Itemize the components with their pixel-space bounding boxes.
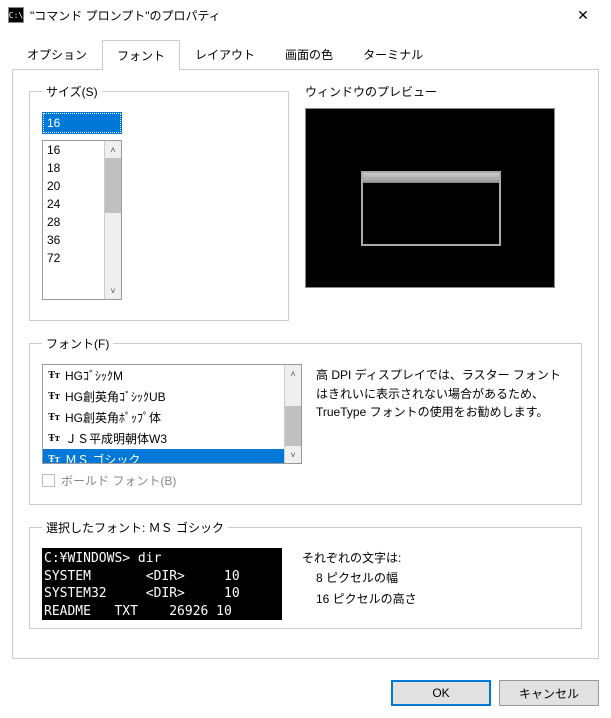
font-option[interactable]: Ŧт ＪＳ平成明朝体W3 [43, 428, 284, 449]
tab-options[interactable]: オプション [12, 39, 102, 69]
font-option-label: ＭＳ ゴシック [65, 451, 140, 463]
size-list[interactable]: 16 18 20 24 28 36 72 [43, 141, 104, 299]
truetype-icon: Ŧт [47, 454, 61, 463]
size-option[interactable]: 28 [43, 213, 104, 231]
truetype-icon: Ŧт [47, 391, 61, 402]
preview-window-titlebar [363, 173, 499, 183]
window-title: "コマンド プロンプト"のプロパティ [30, 7, 563, 24]
font-legend: フォント(F) [42, 335, 113, 352]
scroll-down-icon[interactable]: ˅ [105, 282, 121, 299]
preview-group: ウィンドウのプレビュー [305, 83, 582, 321]
size-option[interactable]: 72 [43, 249, 104, 267]
tab-terminal[interactable]: ターミナル [348, 39, 438, 69]
font-option[interactable]: Ŧт HG創英角ﾎﾟｯﾌﾟ体 [43, 407, 284, 428]
truetype-icon: Ŧт [47, 412, 61, 423]
char-dimensions-label: それぞれの文字は: [302, 548, 417, 568]
font-option-label: HG創英角ｺﾞｼｯｸUB [65, 388, 166, 405]
font-sample: C:¥WINDOWS> dir SYSTEM <DIR> 10 SYSTEM32… [42, 548, 282, 620]
cancel-button[interactable]: キャンセル [499, 680, 599, 706]
scroll-up-icon[interactable]: ˄ [285, 365, 301, 382]
char-height: 16 ピクセルの高さ [302, 589, 417, 609]
dialog-footer: OK キャンセル [0, 668, 611, 718]
font-option-label: HGｺﾞｼｯｸM [65, 367, 123, 384]
font-option[interactable]: Ŧт HG創英角ｺﾞｼｯｸUB [43, 386, 284, 407]
font-option-label: HG創英角ﾎﾟｯﾌﾟ体 [65, 409, 161, 426]
preview-label: ウィンドウのプレビュー [305, 83, 582, 100]
font-option[interactable]: Ŧт ＭＳ ゴシック [43, 449, 284, 463]
ok-button[interactable]: OK [391, 680, 491, 706]
truetype-icon: Ŧт [47, 370, 61, 381]
tab-layout[interactable]: レイアウト [180, 39, 270, 69]
size-option[interactable]: 36 [43, 231, 104, 249]
scroll-thumb[interactable] [285, 406, 301, 446]
scroll-thumb[interactable] [105, 158, 121, 213]
dpi-hint-text: 高 DPI ディスプレイでは、ラスター フォントはきれいに表示されない場合がある… [316, 364, 569, 489]
font-list[interactable]: ŦтHGｺﾞｼｯｸM ŦтHG創英角ｺﾞｼｯｸUB ŦтHG創英角ﾎﾟｯﾌﾟ体 … [43, 365, 284, 463]
char-dimensions: それぞれの文字は: 8 ピクセルの幅 16 ピクセルの高さ [302, 548, 417, 620]
size-legend: サイズ(S) [42, 83, 102, 100]
titlebar: C:\ "コマンド プロンプト"のプロパティ ✕ [0, 0, 611, 30]
size-option[interactable]: 18 [43, 159, 104, 177]
tab-font[interactable]: フォント [102, 40, 180, 70]
char-width: 8 ピクセルの幅 [302, 568, 417, 588]
selected-font-group: 選択したフォント: ＭＳ ゴシック C:¥WINDOWS> dir SYSTEM… [29, 519, 582, 629]
bold-checkbox[interactable] [42, 474, 55, 487]
size-option[interactable]: 16 [43, 141, 104, 159]
size-scrollbar[interactable]: ˄ ˅ [104, 141, 121, 299]
scroll-up-icon[interactable]: ˄ [105, 141, 121, 158]
scroll-down-icon[interactable]: ˅ [285, 446, 301, 463]
size-option[interactable]: 20 [43, 177, 104, 195]
font-option-label: ＪＳ平成明朝体W3 [65, 430, 167, 447]
size-input[interactable] [42, 112, 122, 134]
bold-label: ボールド フォント(B) [61, 472, 176, 489]
preview-window-icon [361, 171, 501, 246]
size-group: サイズ(S) 16 18 20 24 28 36 72 ˄ [29, 83, 289, 321]
close-button[interactable]: ✕ [563, 0, 603, 30]
size-option[interactable]: 24 [43, 195, 104, 213]
font-group: フォント(F) Ŧт HGｺﾞｼｯｸM Ŧт HG創英角ｺﾞｼｯｸUB Ŧт HG創英… [29, 335, 582, 505]
font-scrollbar[interactable]: ˄ ˅ [284, 365, 301, 463]
font-option[interactable]: Ŧт HGｺﾞｼｯｸM [43, 365, 284, 386]
preview-canvas [305, 108, 555, 288]
app-icon: C:\ [8, 7, 24, 23]
truetype-icon: Ŧт [47, 433, 61, 444]
selected-font-legend: 選択したフォント: ＭＳ ゴシック [42, 519, 228, 536]
tab-strip: オプション フォント レイアウト 画面の色 ターミナル [12, 39, 599, 70]
tab-panel-font: サイズ(S) 16 18 20 24 28 36 72 ˄ [12, 69, 599, 659]
tab-colors[interactable]: 画面の色 [270, 39, 348, 69]
